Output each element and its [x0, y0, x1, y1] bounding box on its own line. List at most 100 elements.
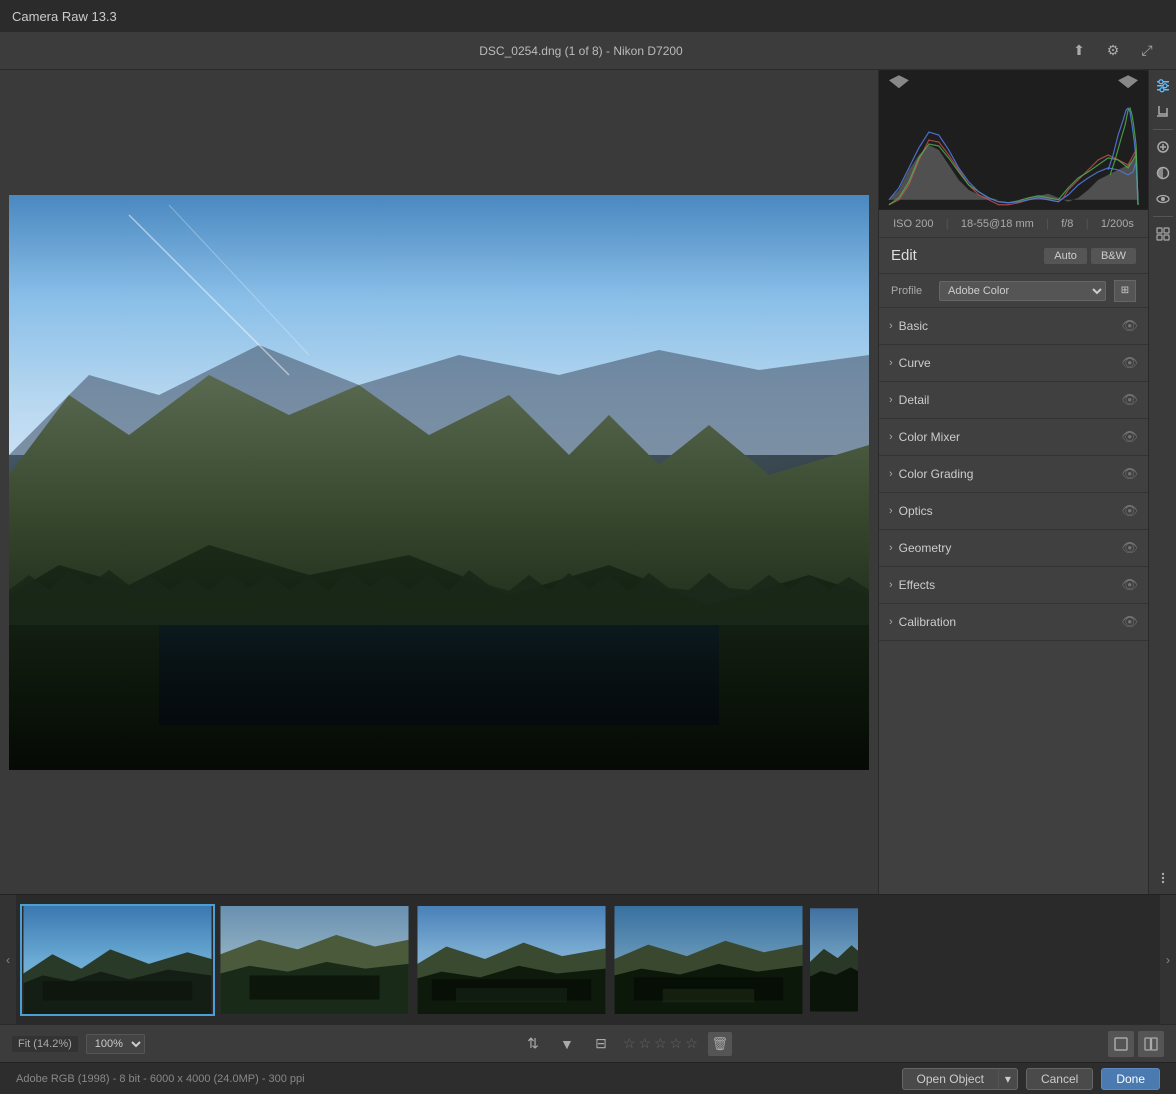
- expand-button[interactable]: ⤢: [1134, 38, 1160, 64]
- chevron-curve-icon: ›: [889, 357, 893, 369]
- open-object-button[interactable]: Open Object: [902, 1068, 998, 1090]
- compare-view-button[interactable]: [1138, 1031, 1164, 1057]
- bottom-bar: Fit (14.2%) 100% 50% 25% Fit Fill ⇅ ▼ ⊟ …: [0, 1024, 1176, 1062]
- preset-tool[interactable]: [1151, 222, 1175, 246]
- chevron-color-mixer-icon: ›: [889, 431, 893, 443]
- section-calibration: › Calibration 👁: [879, 604, 1148, 641]
- heal-icon: [1155, 139, 1171, 155]
- section-color-grading-header[interactable]: › Color Grading 👁: [879, 456, 1148, 492]
- canvas-area: [0, 70, 878, 894]
- auto-button[interactable]: Auto: [1044, 248, 1087, 264]
- thumbnail-2[interactable]: [217, 904, 412, 1016]
- toolbar-separator-2: [1153, 216, 1173, 217]
- panel-sections: › Basic 👁 › Curve 👁 › Detail 👁: [879, 308, 1148, 894]
- section-calibration-label: Calibration: [899, 615, 1122, 629]
- cancel-button[interactable]: Cancel: [1026, 1068, 1093, 1090]
- section-detail: › Detail 👁: [879, 382, 1148, 419]
- aperture-info: f/8: [1061, 218, 1073, 230]
- eye-basic-icon[interactable]: 👁: [1121, 318, 1138, 334]
- thumb-3-image: [416, 906, 607, 1014]
- thumbnail-3[interactable]: [414, 904, 609, 1016]
- edit-title: Edit: [891, 247, 917, 264]
- eye-curve-icon[interactable]: 👁: [1121, 355, 1138, 371]
- eye-effects-icon[interactable]: 👁: [1121, 577, 1138, 593]
- star-5[interactable]: ☆: [685, 1035, 698, 1052]
- filmstrip-next-button[interactable]: ›: [1160, 895, 1176, 1024]
- section-detail-label: Detail: [899, 393, 1122, 407]
- eye-geometry-icon[interactable]: 👁: [1121, 540, 1138, 556]
- histogram-svg: [879, 70, 1148, 210]
- star-3[interactable]: ☆: [654, 1035, 667, 1052]
- delete-button[interactable]: 🗑: [708, 1032, 732, 1056]
- star-rating: ☆ ☆ ☆ ☆ ☆: [623, 1035, 698, 1052]
- heal-tool[interactable]: [1151, 135, 1175, 159]
- edit-buttons: Auto B&W: [1044, 248, 1136, 264]
- eye-optics-icon[interactable]: 👁: [1121, 503, 1138, 519]
- done-button[interactable]: Done: [1101, 1068, 1160, 1090]
- view-buttons: [1108, 1031, 1164, 1057]
- eye-color-grading-icon[interactable]: 👁: [1121, 466, 1138, 482]
- title-bar: Camera Raw 13.3: [0, 0, 1176, 32]
- histogram-area: [879, 70, 1148, 210]
- section-optics: › Optics 👁: [879, 493, 1148, 530]
- compare-view-icon: [1144, 1037, 1158, 1051]
- settings-button[interactable]: ⚙: [1100, 38, 1126, 64]
- single-view-button[interactable]: [1108, 1031, 1134, 1057]
- chevron-detail-icon: ›: [889, 394, 893, 406]
- zoom-select[interactable]: 100% 50% 25% Fit Fill: [86, 1034, 145, 1054]
- profile-row: Profile Adobe Color Adobe Landscape Adob…: [879, 274, 1148, 308]
- crop-icon: [1155, 104, 1171, 120]
- section-geometry: › Geometry 👁: [879, 530, 1148, 567]
- open-object-dropdown[interactable]: ▾: [998, 1068, 1018, 1090]
- toolbar-separator-1: [1153, 129, 1173, 130]
- bw-button[interactable]: B&W: [1091, 248, 1136, 264]
- landscape-svg: [9, 195, 869, 770]
- adjustments-tool[interactable]: [1151, 74, 1175, 98]
- main-layout: ISO 200 | 18-55@18 mm | f/8 | 1/200s Edi…: [0, 70, 1176, 894]
- chevron-color-grading-icon: ›: [889, 468, 893, 480]
- redeye-tool[interactable]: [1151, 187, 1175, 211]
- section-optics-header[interactable]: › Optics 👁: [879, 493, 1148, 529]
- more-tool[interactable]: [1151, 866, 1175, 890]
- chevron-basic-icon: ›: [889, 320, 893, 332]
- section-effects-header[interactable]: › Effects 👁: [879, 567, 1148, 603]
- export-button[interactable]: ⬆: [1066, 38, 1092, 64]
- eye-detail-icon[interactable]: 👁: [1121, 392, 1138, 408]
- eye-color-mixer-icon[interactable]: 👁: [1121, 429, 1138, 445]
- mask-tool[interactable]: [1151, 161, 1175, 185]
- section-calibration-header[interactable]: › Calibration 👁: [879, 604, 1148, 640]
- section-curve-header[interactable]: › Curve 👁: [879, 345, 1148, 381]
- iso-info: ISO 200: [893, 218, 933, 230]
- thumbnail-5[interactable]: [808, 904, 860, 1016]
- star-4[interactable]: ☆: [670, 1035, 683, 1052]
- filter-button[interactable]: ▼: [555, 1032, 579, 1056]
- thumbnail-1[interactable]: [20, 904, 215, 1016]
- app-title: Camera Raw 13.3: [12, 9, 117, 24]
- filter2-button[interactable]: ⊟: [589, 1032, 613, 1056]
- top-bar: DSC_0254.dng (1 of 8) - Nikon D7200 ⬆ ⚙ …: [0, 32, 1176, 70]
- star-1[interactable]: ☆: [623, 1035, 636, 1052]
- section-detail-header[interactable]: › Detail 👁: [879, 382, 1148, 418]
- right-panel: ISO 200 | 18-55@18 mm | f/8 | 1/200s Edi…: [878, 70, 1148, 894]
- eye-calibration-icon[interactable]: 👁: [1121, 614, 1138, 630]
- open-object-wrapper: Open Object ▾: [902, 1068, 1018, 1090]
- edit-header: Edit Auto B&W: [879, 238, 1148, 274]
- section-optics-label: Optics: [899, 504, 1122, 518]
- section-basic-header[interactable]: › Basic 👁: [879, 308, 1148, 344]
- filmstrip-prev-button[interactable]: ‹: [0, 895, 16, 1024]
- profile-grid-button[interactable]: ⊞: [1114, 280, 1136, 302]
- star-2[interactable]: ☆: [639, 1035, 652, 1052]
- crop-tool[interactable]: [1151, 100, 1175, 124]
- more-icon: [1155, 870, 1171, 886]
- footer-bar: Adobe RGB (1998) - 8 bit - 6000 x 4000 (…: [0, 1062, 1176, 1094]
- section-color-grading: › Color Grading 👁: [879, 456, 1148, 493]
- sort-button[interactable]: ⇅: [521, 1032, 545, 1056]
- section-curve-label: Curve: [899, 356, 1122, 370]
- section-color-mixer-label: Color Mixer: [899, 430, 1122, 444]
- adjustments-icon: [1155, 78, 1171, 94]
- profile-select[interactable]: Adobe Color Adobe Landscape Adobe Portra…: [939, 281, 1106, 301]
- section-geometry-header[interactable]: › Geometry 👁: [879, 530, 1148, 566]
- section-color-mixer-header[interactable]: › Color Mixer 👁: [879, 419, 1148, 455]
- shutter-info: 1/200s: [1101, 218, 1134, 230]
- thumbnail-4[interactable]: [611, 904, 806, 1016]
